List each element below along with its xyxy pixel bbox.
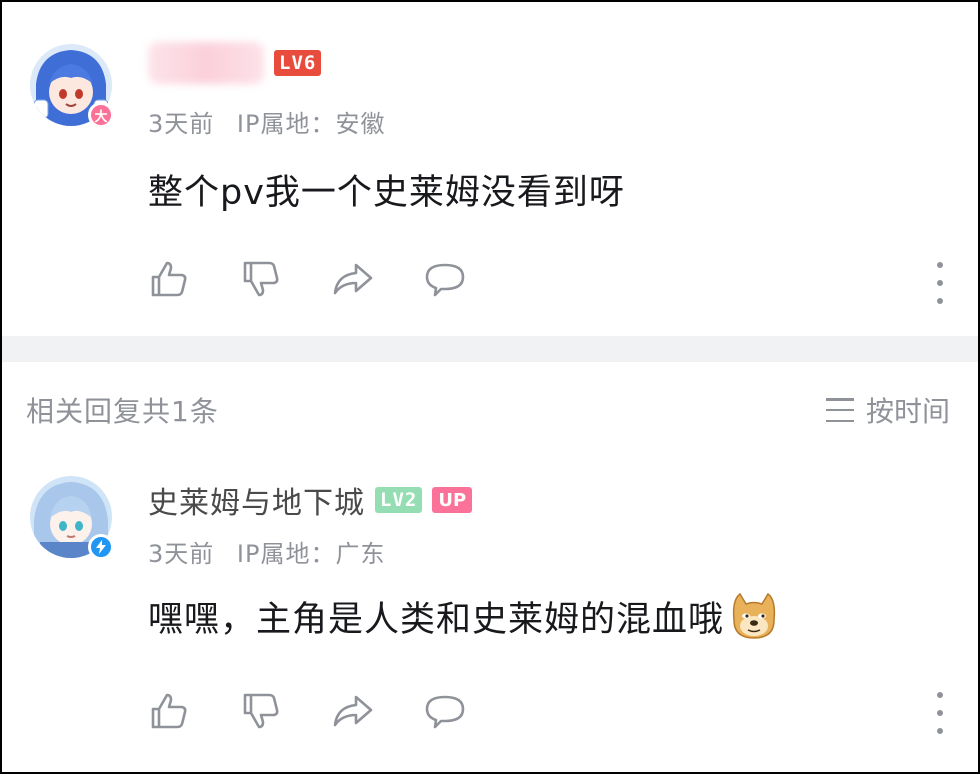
sort-button[interactable]: 按时间 [825,390,950,430]
comment-time: 3天前 [148,110,215,138]
name-row: LV6 [148,42,322,84]
sort-label: 按时间 [865,395,950,428]
level-badge: LV6 [274,50,322,76]
more-icon[interactable] [932,692,948,734]
level-badge: LV2 [375,487,423,513]
avatar[interactable] [30,476,114,560]
like-icon [151,693,187,729]
reply-button[interactable] [424,690,466,732]
dislike-button[interactable] [240,258,282,300]
section-divider [2,336,978,362]
reply-time: 3天前 [148,540,215,568]
username[interactable]: 史莱姆与地下城 [148,478,365,522]
reply-ip: IP属地：广东 [236,540,386,568]
comment-ip: IP属地：安徽 [236,110,386,138]
share-button[interactable] [332,258,374,300]
avatar[interactable]: 大 [30,44,114,128]
reply-count: 相关回复共1条 [26,395,219,428]
comment-actions [148,258,466,300]
name-row: 史莱姆与地下城 LV2 UP [148,478,473,522]
share-icon [333,263,373,295]
reply: 史莱姆与地下城 LV2 UP 3天前 IP属地：广东 嘿嘿，主角是人类和史莱姆的… [2,442,978,772]
like-button[interactable] [148,258,190,300]
up-badge: UP [432,487,473,513]
reply-actions [148,690,466,732]
vip-badge: 大 [88,102,114,128]
comment-text[interactable]: 整个pv我一个史莱姆没看到呀 [148,164,625,215]
share-button[interactable] [332,690,374,732]
comment-meta: 3天前 IP属地：安徽 [148,104,385,139]
blurred-username[interactable] [148,42,264,84]
share-icon [333,695,373,727]
reply-icon [425,695,465,729]
comment-panel: 大 LV6 3天前 IP属地：安徽 整个pv我一个史莱姆没看到呀 相关回复共1条… [0,0,980,774]
reply-button[interactable] [424,258,466,300]
comment: 大 LV6 3天前 IP属地：安徽 整个pv我一个史莱姆没看到呀 [2,2,978,336]
comment-text-content: 整个pv我一个史莱姆没看到呀 [148,173,625,213]
lightning-badge-icon [88,534,114,560]
doge-emoji-icon [732,592,776,639]
reply-text-content: 嘿嘿，主角是人类和史莱姆的混血哦 [148,599,725,640]
reply-header: 相关回复共1条 按时间 [2,362,978,442]
reply-meta: 3天前 IP属地：广东 [148,534,385,569]
more-icon[interactable] [932,262,948,304]
dislike-icon [243,261,279,297]
sort-icon [825,398,854,422]
reply-text[interactable]: 嘿嘿，主角是人类和史莱姆的混血哦 [148,590,780,642]
like-icon [151,261,187,297]
reply-icon [425,263,465,297]
dislike-icon [243,693,279,729]
like-button[interactable] [148,690,190,732]
dislike-button[interactable] [240,690,282,732]
